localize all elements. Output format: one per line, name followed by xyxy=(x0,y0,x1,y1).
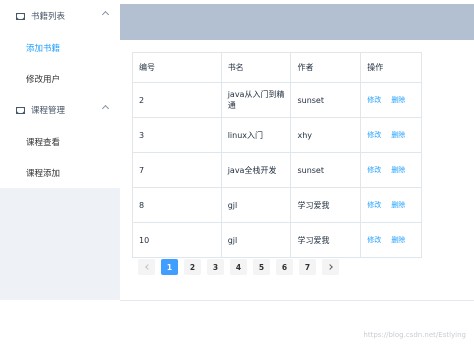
cell-author: 学习爱我 xyxy=(291,188,362,222)
table-row: 7 java全栈开发 sunset 修改 删除 xyxy=(133,153,423,188)
chevron-right-icon xyxy=(326,264,333,270)
delete-link[interactable]: 删除 xyxy=(391,200,405,211)
menu-title-books[interactable]: 书籍列表 xyxy=(0,0,120,32)
cell-title: linux入门 xyxy=(222,118,292,152)
chevron-up-icon xyxy=(101,104,110,113)
sidebar: 书籍列表 添加书籍 修改用户 课程管理 课程查看 课程添加 xyxy=(0,0,120,300)
edit-link[interactable]: 修改 xyxy=(367,200,381,211)
cell-actions: 修改 删除 xyxy=(361,223,423,257)
mail-icon xyxy=(16,106,25,114)
cell-author: sunset xyxy=(291,83,362,117)
table-header-row: 编号 书名 作者 操作 xyxy=(133,53,423,83)
cell-id: 7 xyxy=(133,153,222,187)
page-button-4[interactable]: 4 xyxy=(230,259,247,275)
table-row: 10 gjl 学习爱我 修改 删除 xyxy=(133,223,423,258)
menu-title-label: 书籍列表 xyxy=(31,12,66,22)
page-button-7[interactable]: 7 xyxy=(299,259,316,275)
cell-id: 8 xyxy=(133,188,222,222)
delete-link[interactable]: 删除 xyxy=(391,95,405,106)
mail-icon xyxy=(16,12,25,20)
page-button-3[interactable]: 3 xyxy=(207,259,224,275)
cell-actions: 修改 删除 xyxy=(361,188,423,222)
edit-link[interactable]: 修改 xyxy=(367,130,381,141)
column-header-actions: 操作 xyxy=(361,53,423,82)
edit-link[interactable]: 修改 xyxy=(367,165,381,176)
column-header-id: 编号 xyxy=(133,53,222,82)
menu-item-modify-user[interactable]: 修改用户 xyxy=(0,63,120,94)
content-divider xyxy=(120,300,474,301)
cell-title: java从入门到精通 xyxy=(222,83,292,117)
page-button-1[interactable]: 1 xyxy=(161,259,178,275)
table-row: 3 linux入门 xhy 修改 删除 xyxy=(133,118,423,153)
table-row: 2 java从入门到精通 sunset 修改 删除 xyxy=(133,83,423,118)
column-header-author: 作者 xyxy=(291,53,362,82)
cell-id: 3 xyxy=(133,118,222,152)
cell-title: gjl xyxy=(222,188,292,222)
cell-title: java全栈开发 xyxy=(222,153,292,187)
cell-actions: 修改 删除 xyxy=(361,153,423,187)
chevron-left-icon xyxy=(144,264,151,270)
page-button-5[interactable]: 5 xyxy=(253,259,270,275)
cell-title: gjl xyxy=(222,223,292,257)
table-row: 8 gjl 学习爱我 修改 删除 xyxy=(133,188,423,223)
cell-id: 2 xyxy=(133,83,222,117)
cell-actions: 修改 删除 xyxy=(361,118,423,152)
main-content: 编号 书名 作者 操作 2 java从入门到精通 sunset 修改 删除 3 … xyxy=(120,40,474,300)
edit-link[interactable]: 修改 xyxy=(367,95,381,106)
cell-author: sunset xyxy=(291,153,362,187)
menu-item-add-book[interactable]: 添加书籍 xyxy=(0,32,120,63)
delete-link[interactable]: 删除 xyxy=(391,235,405,246)
menu-item-add-course[interactable]: 课程添加 xyxy=(0,157,120,188)
menu-item-view-courses[interactable]: 课程查看 xyxy=(0,126,120,157)
page-button-2[interactable]: 2 xyxy=(184,259,201,275)
header-bar xyxy=(120,4,474,40)
book-table: 编号 书名 作者 操作 2 java从入门到精通 sunset 修改 删除 3 … xyxy=(132,52,423,258)
cell-author: 学习爱我 xyxy=(291,223,362,257)
edit-link[interactable]: 修改 xyxy=(367,235,381,246)
pagination: 1 2 3 4 5 6 7 xyxy=(138,259,339,275)
column-header-title: 书名 xyxy=(222,53,292,82)
prev-page-button[interactable] xyxy=(138,259,155,275)
cell-author: xhy xyxy=(291,118,362,152)
menu-group-books: 书籍列表 添加书籍 修改用户 课程管理 课程查看 课程添加 xyxy=(0,0,120,188)
chevron-up-icon xyxy=(101,10,110,19)
menu-title-label: 课程管理 xyxy=(31,106,66,116)
cell-id: 10 xyxy=(133,223,222,257)
menu-title-courses[interactable]: 课程管理 xyxy=(0,94,120,126)
next-page-button[interactable] xyxy=(322,259,339,275)
delete-link[interactable]: 删除 xyxy=(391,130,405,141)
cell-actions: 修改 删除 xyxy=(361,83,423,117)
delete-link[interactable]: 删除 xyxy=(391,165,405,176)
watermark: https://blog.csdn.net/Estlying xyxy=(363,331,466,339)
page-button-6[interactable]: 6 xyxy=(276,259,293,275)
